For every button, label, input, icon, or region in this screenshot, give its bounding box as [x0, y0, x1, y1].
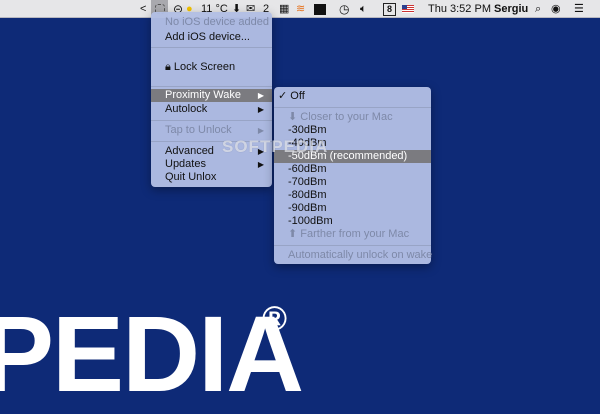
proximity-wake-item[interactable]: Proximity Wake ▶	[151, 89, 272, 102]
keyboard-input[interactable]: 8	[383, 0, 397, 18]
spotlight-search-icon[interactable]: ⌕	[535, 0, 541, 18]
notification-center-icon[interactable]: ☰	[574, 0, 584, 18]
tap-to-unlock-label: Tap to Unlock	[165, 124, 232, 136]
time-machine-icon[interactable]: ◷	[339, 0, 349, 18]
arrow-up-icon: ⬆	[288, 228, 298, 240]
rss-icon[interactable]: ≋	[296, 0, 305, 18]
level-item[interactable]: -90dBm	[274, 202, 431, 215]
level-item[interactable]: -40dBm	[274, 137, 431, 150]
proximity-wake-submenu: ✓ Off ⬇ Closer to your Mac -30dBm -40dBm…	[274, 87, 433, 264]
level-item[interactable]: -100dBm	[274, 215, 431, 228]
advanced-label: Advanced	[165, 145, 214, 157]
user-name[interactable]: Sergiu	[494, 0, 528, 18]
add-ios-device-item[interactable]: Add iOS device...	[151, 31, 272, 44]
lock-screen-item[interactable]: 🔒︎ Lock Screen	[151, 61, 272, 74]
farther-text: Farther from your Mac	[300, 228, 410, 240]
off-item[interactable]: ✓ Off	[274, 90, 431, 103]
level-item-highlighted[interactable]: -50dBm (recommended)	[274, 150, 431, 163]
proximity-wake-label: Proximity Wake	[165, 89, 241, 101]
closer-text: Closer to your Mac	[300, 111, 393, 123]
level-item[interactable]: -80dBm	[274, 189, 431, 202]
off-label: Off	[290, 90, 305, 102]
arrow-down-icon: ⬇	[288, 111, 298, 123]
submenu-arrow-icon: ▶	[257, 160, 264, 169]
quit-unlox-item[interactable]: Quit Unlox	[151, 171, 272, 184]
checkmark-icon: ✓	[278, 90, 288, 102]
level-item[interactable]: -60dBm	[274, 163, 431, 176]
submenu-arrow-icon: ▶	[257, 91, 264, 100]
clock[interactable]: Thu 3:52 PM	[428, 0, 491, 18]
updates-label: Updates	[165, 158, 206, 170]
chip-icon[interactable]: ▦	[279, 0, 289, 18]
closer-label: ⬇ Closer to your Mac	[274, 111, 431, 124]
updates-item[interactable]: Updates ▶	[151, 158, 272, 171]
tap-to-unlock-item: Tap to Unlock ▶	[151, 124, 272, 137]
menu-bar: < ⊝ ● 11 °C ⬇ ✉ 2 ▦ ≋ ◷ 🔈︎ 8 Thu 3:52 PM…	[0, 0, 600, 18]
black-box-icon[interactable]	[314, 0, 326, 18]
background-logo-text: PEDIA	[0, 293, 304, 414]
autolock-label: Autolock	[165, 103, 208, 115]
menubar-overflow-chevron[interactable]: <	[140, 0, 146, 18]
submenu-arrow-icon: ▶	[257, 147, 264, 156]
level-item[interactable]: -70dBm	[274, 176, 431, 189]
lock-icon: 🔒︎	[165, 61, 171, 73]
submenu-arrow-icon: ▶	[257, 105, 264, 114]
flag-icon[interactable]	[402, 0, 414, 18]
submenu-arrow-icon: ▶	[257, 126, 264, 135]
volume-icon[interactable]: 🔈︎	[360, 0, 367, 18]
auto-unlock-item: Automatically unlock on wake	[288, 249, 433, 261]
lock-screen-label: Lock Screen	[173, 61, 236, 73]
registered-mark: ®	[262, 300, 288, 338]
autolock-item[interactable]: Autolock ▶	[151, 103, 272, 116]
level-item[interactable]: -30dBm	[274, 124, 431, 137]
advanced-item[interactable]: Advanced ▶	[151, 145, 272, 158]
farther-label: ⬆ Farther from your Mac	[274, 228, 431, 241]
user-account-icon[interactable]: ◉	[551, 0, 561, 18]
no-device-label: No iOS device added	[165, 16, 269, 28]
unlox-menu: No iOS device added Add iOS device... 🔒︎…	[151, 12, 272, 187]
